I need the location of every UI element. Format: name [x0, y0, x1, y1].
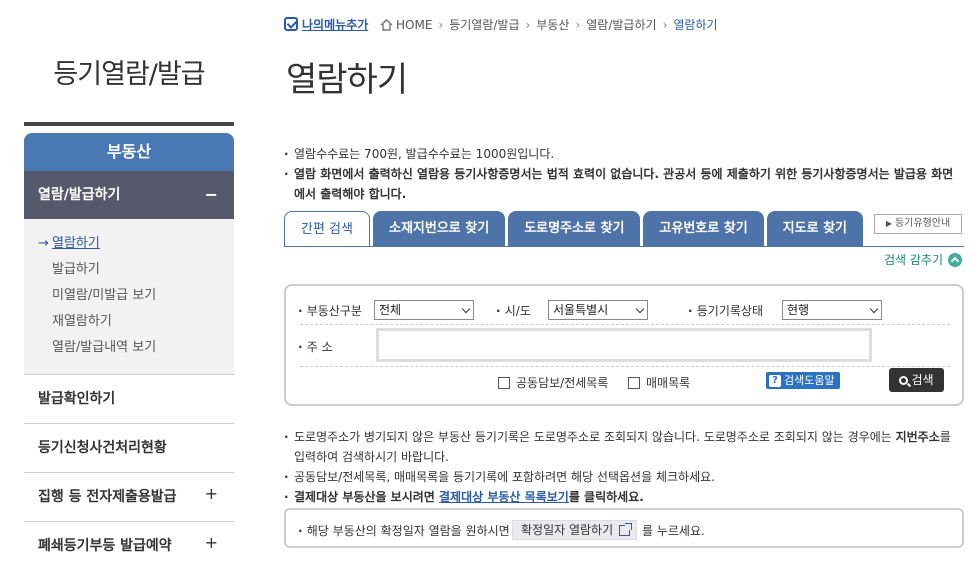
fixed-date-text: 해당 부동산의 확정일자 열람을 원하시면: [298, 522, 510, 539]
region-select[interactable]: 서울특별시: [548, 300, 648, 320]
sidebar-item-review[interactable]: 재열람하기: [24, 311, 234, 337]
question-icon: ?: [769, 374, 781, 387]
sidebar-menu-case-status[interactable]: 등기신청사건처리현황: [24, 424, 234, 473]
checkbox-icon: [498, 376, 510, 389]
plus-icon[interactable]: +: [205, 469, 218, 518]
address-label: 주 소: [298, 338, 333, 355]
view-fixed-date-button[interactable]: 확정일자 열람하기: [512, 520, 638, 540]
sidebar-menu-label: 등기신청사건처리현황: [38, 440, 167, 456]
sidebar-divider: [24, 122, 234, 126]
property-type-value: 전체: [379, 303, 402, 317]
tab-unique-number[interactable]: 고유번호로 찾기: [643, 211, 764, 247]
hide-search-toggle[interactable]: 검색 감추기: [884, 251, 963, 268]
chevron-down-icon: [635, 304, 645, 314]
tab-road-address[interactable]: 도로명주소로 찾기: [508, 211, 641, 247]
note-fee: 열람수수료는 700원, 발급수수료는 1000원입니다.: [284, 144, 954, 164]
sidebar-menu-electronic-submit[interactable]: 집행 등 전자제출용발급 +: [24, 473, 234, 522]
search-button-label: 검색: [911, 373, 934, 387]
payment-list-link[interactable]: 결제대상 부동산 목록보기: [439, 490, 569, 504]
address-input[interactable]: [376, 328, 872, 362]
sidebar-menu-issue-check[interactable]: 발급확인하기: [24, 375, 234, 424]
note-text: 결제대상 부동산을 보시려면: [294, 490, 440, 504]
sidebar-submenu-label: 열람/발급하기: [38, 187, 121, 203]
home-icon[interactable]: [380, 18, 393, 31]
note-emphasis: 지번주소: [895, 430, 940, 444]
sales-list-checkbox[interactable]: 매매목록: [628, 374, 690, 391]
search-tabs: 간편 검색 소재지번으로 찾기 도로명주소로 찾기 고유번호로 찾기 지도로 찾…: [284, 211, 863, 247]
tab-underline: [284, 246, 964, 247]
sales-list-label: 매매목록: [646, 376, 691, 390]
fixed-date-suffix: 를 누르세요.: [642, 524, 705, 538]
plus-icon[interactable]: +: [205, 518, 218, 567]
search-notes: 도로명주소가 병기되지 않은 부동산 등기기록은 도로명주소로 조회되지 않습니…: [284, 427, 954, 507]
property-type-label: 부동산구분: [298, 302, 362, 319]
search-button[interactable]: 검색: [889, 368, 944, 392]
sidebar-sublist: → 열람하기 발급하기 미열람/미발급 보기 재열람하기 열람/발급내역 보기: [24, 219, 234, 375]
breadcrumb-item[interactable]: 부동산: [536, 16, 569, 33]
guide-label: 등기유형안내: [894, 218, 951, 229]
search-panel: 부동산구분 전체 시/도 서울특별시 등기기록상태 현행 주 소 공동담보/전세…: [284, 284, 964, 406]
record-status-select[interactable]: 현행: [782, 300, 882, 320]
property-type-select[interactable]: 전체: [374, 300, 474, 320]
sidebar-item-issue[interactable]: 발급하기: [24, 259, 234, 285]
sidebar-menu-label: 폐쇄등기부등 발급예약: [38, 538, 172, 554]
sidebar-item-label: 열람하기: [52, 236, 100, 251]
record-status-value: 현행: [787, 303, 810, 317]
breadcrumb-item[interactable]: 등기열람/발급: [449, 16, 519, 33]
sidebar-title: 등기열람/발급: [53, 59, 205, 90]
tab-map[interactable]: 지도로 찾기: [766, 211, 863, 247]
record-status-label: 등기기록상태: [688, 302, 763, 319]
tab-simple-search[interactable]: 간편 검색: [284, 211, 370, 247]
region-label: 시/도: [496, 302, 531, 319]
divider: [300, 366, 950, 367]
note-payment: 결제대상 부동산을 보시려면 결제대상 부동산 목록보기를 클릭하세요.: [284, 487, 954, 507]
note-legal: 열람 화면에서 출력하신 열람용 등기사항증명서는 법적 효력이 없습니다. 관…: [284, 164, 954, 204]
external-link-icon: [619, 522, 633, 536]
sidebar-menu-label: 집행 등 전자제출용발급: [38, 489, 177, 505]
sidebar-item-history[interactable]: 열람/발급내역 보기: [24, 337, 234, 363]
tab-lot-number[interactable]: 소재지번으로 찾기: [372, 211, 506, 247]
chevron-right-icon: ›: [575, 17, 581, 32]
sidebar-category[interactable]: 부동산: [24, 133, 234, 171]
region-value: 서울특별시: [553, 303, 609, 317]
sidebar-menu-closed-reservation[interactable]: 폐쇄등기부등 발급예약 +: [24, 522, 234, 570]
add-my-menu-button[interactable]: 나의메뉴추가: [284, 14, 368, 34]
search-help-button[interactable]: ? 검색도움말: [766, 372, 840, 389]
sidebar-item-view[interactable]: → 열람하기: [24, 233, 234, 259]
search-icon: [899, 375, 909, 385]
search-help-label: 검색도움말: [784, 374, 835, 387]
sidebar-submenu-view-issue[interactable]: 열람/발급하기 −: [24, 171, 234, 219]
chevron-up-icon: [948, 252, 963, 267]
note-options: 공동담보/전세목록, 매매목록을 등기기록에 포함하려면 해당 선택옵션을 체크…: [284, 467, 954, 487]
divider: [300, 324, 950, 325]
view-fixed-date-label: 확정일자 열람하기: [521, 523, 614, 537]
chevron-down-icon: [461, 304, 471, 314]
breadcrumb: HOME › 등기열람/발급 › 부동산 › 열람/발급하기 › 열람하기: [380, 16, 718, 33]
breadcrumb-current: 열람하기: [673, 18, 718, 32]
note-text: 도로명주소가 병기되지 않은 부동산 등기기록은 도로명주소로 조회되지 않습니…: [294, 430, 896, 444]
note-road-address: 도로명주소가 병기되지 않은 부동산 등기기록은 도로명주소로 조회되지 않습니…: [284, 427, 954, 467]
triangle-right-icon: ▶: [885, 219, 892, 228]
fee-notes: 열람수수료는 700원, 발급수수료는 1000원입니다. 열람 화면에서 출력…: [284, 144, 954, 204]
sidebar-item-unviewed[interactable]: 미열람/미발급 보기: [24, 285, 234, 311]
chevron-right-icon: ›: [525, 17, 531, 32]
add-my-menu-label: 나의메뉴추가: [302, 17, 369, 32]
joint-collateral-checkbox[interactable]: 공동담보/전세목록: [498, 374, 608, 391]
chevron-right-icon: ›: [662, 17, 668, 32]
joint-collateral-label: 공동담보/전세목록: [516, 376, 609, 390]
page-title: 열람하기: [286, 60, 408, 100]
hide-search-label: 검색 감추기: [884, 253, 944, 267]
breadcrumb-home[interactable]: HOME: [396, 18, 432, 32]
fixed-date-info-box: 해당 부동산의 확정일자 열람을 원하시면 확정일자 열람하기 를 누르세요.: [284, 508, 964, 548]
registry-type-guide-button[interactable]: ▶ 등기유형안내: [874, 214, 962, 234]
arrow-right-icon: →: [38, 236, 49, 251]
note-text: 를 클릭하세요.: [568, 490, 644, 504]
sidebar-menu-label: 발급확인하기: [38, 391, 116, 407]
collapse-icon[interactable]: −: [205, 171, 218, 219]
checkbox-icon: [284, 17, 298, 31]
breadcrumb-item[interactable]: 열람/발급하기: [586, 16, 656, 33]
chevron-down-icon: [869, 304, 879, 314]
checkbox-icon: [628, 376, 640, 389]
chevron-right-icon: ›: [438, 17, 444, 32]
